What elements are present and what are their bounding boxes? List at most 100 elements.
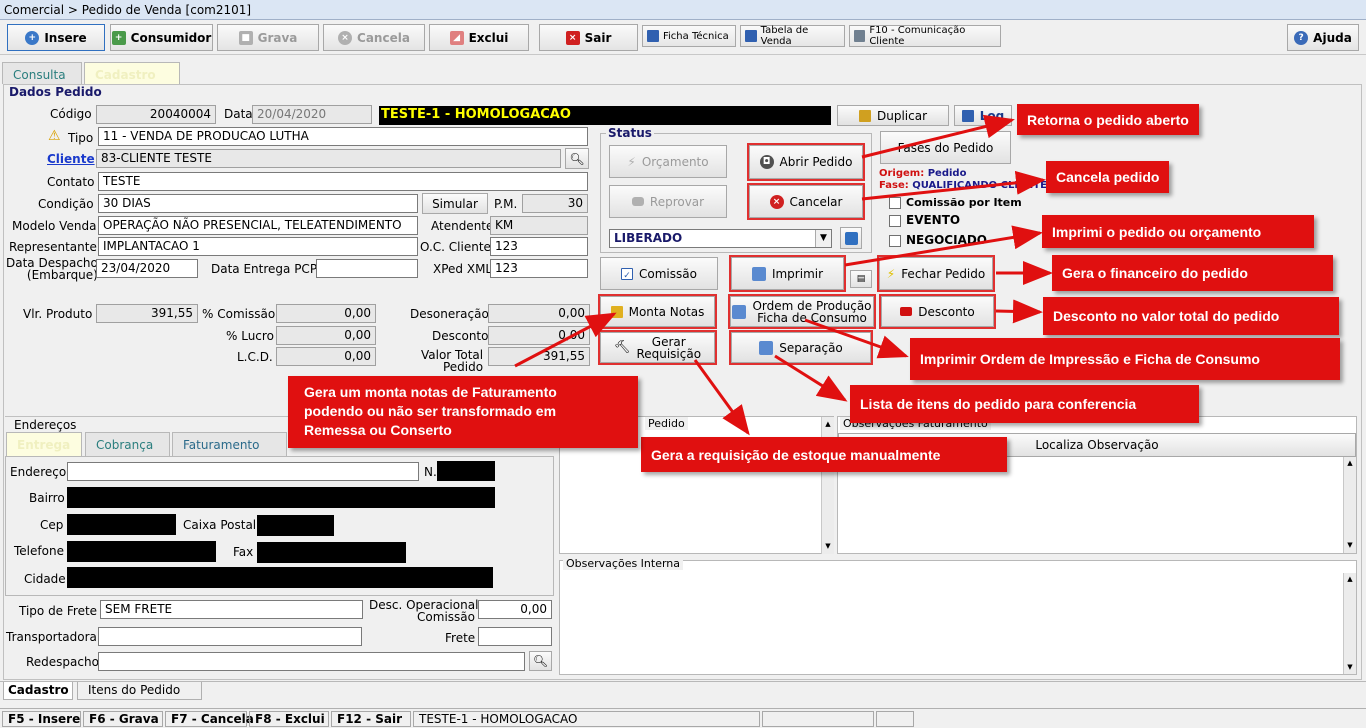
comissao-button[interactable]: ✓ Comissão	[600, 257, 718, 290]
pm-field[interactable]: 30	[522, 194, 588, 213]
imprimir-button[interactable]: Imprimir	[729, 255, 846, 292]
valor-total-field[interactable]: 391,55	[488, 347, 590, 366]
fases-pedido-button[interactable]: Fases do Pedido	[880, 131, 1011, 164]
fechar-pedido-button[interactable]: ⚡ Fechar Pedido	[877, 255, 995, 292]
redespacho-search-button[interactable]: 🔍︎	[529, 651, 552, 671]
exit-icon: ×	[565, 30, 580, 45]
codigo-field[interactable]: 20040004	[96, 105, 216, 124]
redacted-block	[257, 542, 406, 563]
status-panel	[762, 711, 874, 727]
bottom-tab-cadastro[interactable]: Cadastro	[3, 682, 73, 700]
status-f6: F6 - Grava	[83, 711, 163, 727]
oc-cliente-field[interactable]: 123	[490, 237, 588, 256]
tab-faturamento[interactable]: Faturamento	[172, 432, 287, 456]
desc-operacional-field[interactable]: 0,00	[478, 600, 552, 619]
insere-button[interactable]: + Insere	[7, 24, 105, 51]
lcd-label: L.C.D.	[237, 350, 273, 364]
status-f5: F5 - Insere	[2, 711, 81, 727]
representante-field[interactable]: IMPLANTACAO 1	[98, 237, 418, 256]
lcd-field[interactable]: 0,00	[276, 347, 376, 366]
atendente-field[interactable]: KM	[490, 216, 588, 235]
orcamento-button[interactable]: ⚡ Orçamento	[609, 145, 727, 178]
tipo-field[interactable]: 11 - VENDA DE PRODUCAO LUTHA	[98, 127, 588, 146]
comissao-pct-field[interactable]: 0,00	[276, 304, 376, 323]
reject-icon	[631, 197, 644, 206]
cancel-icon: ×	[769, 194, 784, 209]
lucro-field[interactable]: 0,00	[276, 326, 376, 345]
desconto-label: Desconto	[432, 329, 489, 343]
log-button[interactable]: Log	[954, 105, 1012, 126]
redespacho-field[interactable]	[98, 652, 525, 671]
chevron-down-icon[interactable]: ▼	[815, 230, 831, 247]
status-f12: F12 - Sair	[331, 711, 411, 727]
chevron-down-icon: ▼	[825, 542, 831, 550]
endereco-field[interactable]	[67, 462, 419, 481]
obs-interna-box[interactable]	[559, 560, 1357, 675]
bairro-label: Bairro	[29, 491, 65, 505]
cliente-field[interactable]: 83-CLIENTE TESTE	[96, 149, 561, 168]
enderecos-title: Endereços	[14, 418, 77, 432]
ordem-producao-button[interactable]: Ordem de Produção Ficha de Consumo	[728, 294, 876, 329]
checkbox-box[interactable]	[889, 214, 901, 227]
scrollbar[interactable]: ▲ ▼	[1343, 573, 1356, 674]
separacao-button[interactable]: Separação	[729, 330, 873, 365]
gerar-requisicao-button[interactable]: 🔨︎ Gerar Requisição	[598, 330, 717, 365]
evento-checkbox[interactable]: EVENTO	[889, 213, 960, 227]
desconto-button[interactable]: Desconto	[879, 294, 996, 329]
sair-button[interactable]: × Sair	[539, 24, 638, 51]
tab-consulta[interactable]: Consulta	[2, 62, 82, 84]
frete-field[interactable]	[478, 627, 552, 646]
callout-imprimi: Imprimi o pedido ou orçamento	[1042, 215, 1314, 248]
ficha-tecnica-button[interactable]: Ficha Técnica	[642, 25, 736, 47]
imprimir-options-button[interactable]: ▤	[850, 270, 872, 288]
cancelar-pedido-button[interactable]: × Cancelar	[747, 183, 865, 220]
monta-notas-button[interactable]: Monta Notas	[598, 294, 717, 329]
redacted-block	[437, 461, 495, 481]
status-apply-button[interactable]	[840, 227, 862, 249]
tab-cadastro[interactable]: Cadastro	[84, 62, 180, 84]
contato-field[interactable]: TESTE	[98, 172, 588, 191]
simular-button[interactable]: Simular	[422, 193, 488, 214]
duplicar-button[interactable]: Duplicar	[837, 105, 949, 126]
despacho-field[interactable]: 23/04/2020	[96, 259, 198, 278]
tab-entrega[interactable]: Entrega	[6, 432, 82, 456]
status-f7: F7 - Cancela	[165, 711, 254, 727]
tabela-venda-button[interactable]: Tabela de Venda	[740, 25, 845, 47]
ajuda-button[interactable]: ? Ajuda	[1287, 24, 1359, 51]
bottom-tab-itens[interactable]: Itens do Pedido	[77, 682, 202, 700]
oc-cliente-label: O.C. Cliente	[420, 240, 491, 254]
desoneracao-field[interactable]: 0,00	[488, 304, 590, 323]
data-field[interactable]: 20/04/2020	[252, 105, 372, 124]
callout-monta-notas: Gera um monta notas de Faturamento podend…	[288, 376, 638, 448]
comissao-item-checkbox[interactable]: Comissão por Item	[889, 196, 1022, 209]
tab-cobranca[interactable]: Cobrança	[85, 432, 170, 456]
chevron-down-icon: ▼	[1347, 541, 1353, 549]
consumidor-button[interactable]: + Consumidor	[110, 24, 213, 51]
representante-label: Representante	[9, 240, 97, 254]
desconto-field[interactable]: 0,00	[488, 326, 590, 345]
modelo-venda-field[interactable]: OPERAÇÃO NÃO PRESENCIAL, TELEATENDIMENTO	[98, 216, 418, 235]
entrega-pcp-field[interactable]	[316, 259, 418, 278]
negociado-checkbox[interactable]: NEGOCIADO	[889, 233, 987, 247]
checkbox-box[interactable]	[889, 197, 901, 209]
telefone-label: Telefone	[14, 544, 64, 558]
abrir-pedido-button[interactable]: ◘ Abrir Pedido	[747, 143, 865, 181]
checkbox-box[interactable]	[889, 234, 901, 247]
tipo-label: Tipo	[68, 131, 94, 145]
exclui-button[interactable]: ◢ Exclui	[429, 24, 529, 51]
scrollbar[interactable]: ▲ ▼	[1343, 457, 1356, 553]
f10-comunicacao-button[interactable]: F10 - Comunicação Cliente	[849, 25, 1001, 47]
transportadora-field[interactable]	[98, 627, 362, 646]
grava-button[interactable]: ■ Grava	[217, 24, 319, 51]
condicao-field[interactable]: 30 DIAS	[98, 194, 418, 213]
reprovar-button[interactable]: Reprovar	[609, 185, 727, 218]
log-icon	[961, 109, 974, 122]
tipo-frete-field[interactable]: SEM FRETE	[100, 600, 363, 619]
cancela-button[interactable]: × Cancela	[323, 24, 425, 51]
cliente-link[interactable]: Cliente	[47, 152, 95, 166]
cliente-search-button[interactable]: 🔍︎	[565, 148, 589, 169]
status-select[interactable]: LIBERADO	[609, 229, 832, 248]
xped-field[interactable]: 123	[490, 259, 588, 278]
vlr-produto-field[interactable]: 391,55	[96, 304, 198, 323]
section-title-dados: Dados Pedido	[9, 85, 102, 99]
